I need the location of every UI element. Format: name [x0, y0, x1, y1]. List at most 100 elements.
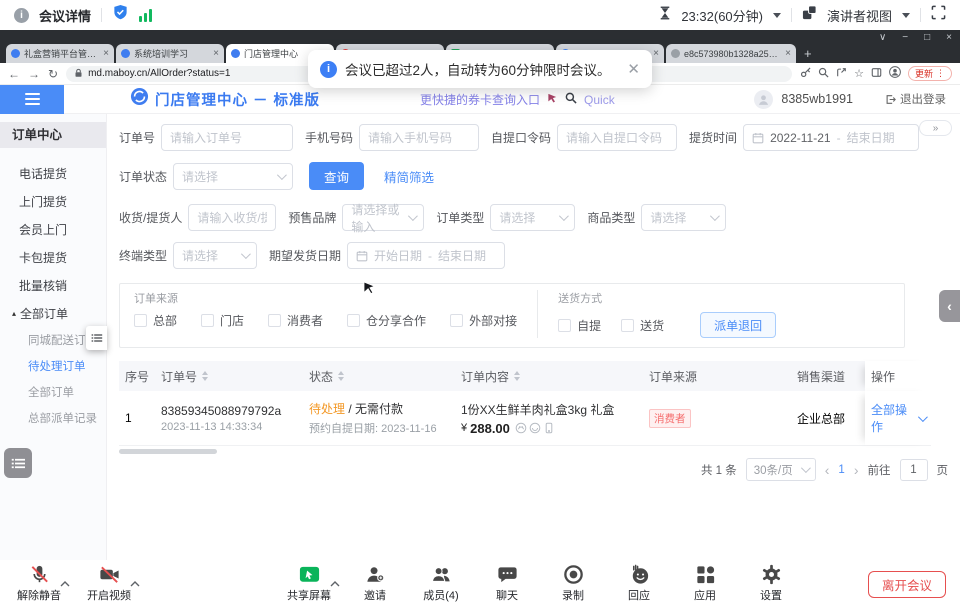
chrome-update-button[interactable]: 更新 ⋮	[908, 66, 952, 81]
fullscreen-icon[interactable]	[931, 5, 946, 25]
view-mode-label: 演讲者视图	[827, 6, 892, 25]
header-order-no[interactable]: 订单号	[155, 368, 303, 385]
prev-page-icon[interactable]: ‹	[825, 462, 830, 478]
sidebar-item-batch-verify[interactable]: 批量核销	[0, 272, 106, 300]
order-status-select[interactable]: 请选择	[173, 163, 293, 190]
record-button[interactable]: 录制	[546, 563, 600, 603]
back-icon[interactable]: ←	[8, 67, 20, 81]
bookmark-star-icon[interactable]: ☆	[854, 67, 864, 80]
horizontal-scrollbar[interactable]	[119, 449, 217, 454]
checkbox-store[interactable]: 门店	[201, 312, 244, 329]
date-separator: -	[428, 249, 432, 263]
meeting-info-icon[interactable]: i	[14, 8, 29, 23]
terminal-type-select[interactable]: 请选择	[173, 242, 257, 269]
key-icon[interactable]	[800, 65, 811, 83]
search-icon[interactable]	[565, 91, 577, 109]
members-button[interactable]: 成员(4)	[414, 563, 468, 603]
profile-icon[interactable]	[889, 65, 901, 83]
unmute-button[interactable]: 解除静音	[12, 563, 66, 603]
expect-ship-date-range[interactable]: 开始日期 - 结束日期	[347, 242, 505, 269]
order-no-input[interactable]	[161, 124, 293, 151]
sidebar-subitem-pending-orders[interactable]: 待处理订单	[0, 354, 106, 380]
ship-end-date: 结束日期	[438, 247, 486, 264]
sidebar-item-member-visit[interactable]: 会员上门	[0, 216, 106, 244]
browser-tab-7[interactable]: e8c573980b1328a258fd2e6... ×	[666, 44, 796, 63]
chevron-up-icon[interactable]	[60, 574, 70, 592]
react-button[interactable]: 回应	[612, 563, 666, 603]
invite-button[interactable]: 邀请	[348, 563, 402, 603]
checkbox-self-pickup[interactable]: 自提	[558, 317, 601, 334]
order-type-select[interactable]: 请选择	[490, 204, 575, 231]
browser-tab-1[interactable]: 礼盒营销平台管理中心 ×	[6, 44, 114, 63]
column-settings-handle[interactable]	[86, 326, 107, 350]
tab-close-icon[interactable]: ×	[103, 49, 109, 59]
search-button[interactable]: 查询	[309, 162, 364, 190]
browser-tab-2[interactable]: 系统培训学习 ×	[116, 44, 224, 63]
header-content[interactable]: 订单内容	[455, 368, 643, 385]
phone-input[interactable]	[359, 124, 479, 151]
quick-label[interactable]: Quick	[584, 93, 615, 107]
tab-close-icon[interactable]: ×	[653, 49, 659, 59]
window-maximize-icon[interactable]: □	[924, 32, 930, 43]
sort-icon[interactable]	[338, 371, 344, 381]
pickup-time-range[interactable]: 2022-11-21 - 结束日期	[743, 124, 919, 151]
menu-toggle-button[interactable]	[0, 85, 64, 114]
sidebar-item-card-pickup[interactable]: 卡包提货	[0, 244, 106, 272]
chevron-up-icon[interactable]	[330, 574, 340, 592]
share-screen-button[interactable]: 共享屏幕	[282, 563, 336, 603]
sidebar-subitem-all-orders[interactable]: 全部订单	[0, 380, 106, 406]
goods-type-select[interactable]: 请选择	[641, 204, 726, 231]
sort-icon[interactable]	[514, 371, 520, 381]
checkbox-consumer[interactable]: 消费者	[268, 312, 323, 329]
tab-close-icon[interactable]: ×	[785, 49, 791, 59]
cell-index: 1	[119, 411, 155, 425]
pickup-code-input[interactable]	[557, 124, 677, 151]
window-menu-icon[interactable]: ∨	[879, 32, 886, 43]
toast-close-icon[interactable]: ✕	[627, 60, 640, 78]
logout-button[interactable]: 退出登录	[885, 91, 946, 107]
settings-button[interactable]: 设置	[744, 563, 798, 603]
coupon-query-link[interactable]: 更快捷的券卡查询入口	[420, 91, 540, 108]
table-row: 1 83859345088979792a 2023-11-13 14:33:34…	[119, 391, 931, 446]
reload-icon[interactable]: ↻	[48, 67, 58, 81]
window-close-icon[interactable]: ×	[946, 32, 952, 43]
sidebar-item-phone-pickup[interactable]: 电话提货	[0, 160, 106, 188]
collapse-panel-tab[interactable]: ‹	[939, 290, 960, 322]
sidebar-item-door-pickup[interactable]: 上门提货	[0, 188, 106, 216]
presale-brand-select[interactable]: 请选择或输入	[342, 204, 424, 231]
zoom-icon[interactable]	[818, 65, 829, 83]
side-panel-icon[interactable]	[871, 65, 882, 83]
view-dropdown-icon[interactable]	[902, 13, 910, 18]
sidebar-subitem-hq-dispatch-log[interactable]: 总部派单记录	[0, 406, 106, 432]
chevron-up-icon[interactable]	[130, 574, 140, 592]
page-size-select[interactable]: 30条/页	[746, 458, 816, 481]
collapse-filters-button[interactable]: »	[919, 120, 952, 136]
tab-close-icon[interactable]: ×	[213, 49, 219, 59]
window-minimize-icon[interactable]: −	[902, 32, 908, 43]
checkbox-external[interactable]: 外部对接	[450, 312, 517, 329]
goto-page-input[interactable]	[900, 459, 928, 481]
network-signal-icon[interactable]	[139, 9, 152, 22]
simple-filter-link[interactable]: 精简筛选	[384, 167, 434, 186]
dispatch-return-button[interactable]: 派单退回	[700, 312, 776, 338]
header-status[interactable]: 状态	[303, 368, 455, 385]
forward-icon[interactable]: →	[28, 67, 40, 81]
next-page-icon[interactable]: ›	[854, 462, 859, 478]
checkbox-warehouse-share[interactable]: 仓分享合作	[347, 312, 426, 329]
share-icon[interactable]	[836, 65, 847, 83]
start-video-button[interactable]: 开启视频	[82, 563, 136, 603]
chat-button[interactable]: 聊天	[480, 563, 534, 603]
current-page[interactable]: 1	[838, 464, 844, 476]
checkbox-delivery[interactable]: 送货	[621, 317, 664, 334]
leave-meeting-button[interactable]: 离开会议	[868, 571, 946, 598]
checkbox-hq[interactable]: 总部	[134, 312, 177, 329]
new-tab-button[interactable]: +	[804, 44, 812, 63]
all-actions-dropdown[interactable]: 全部操作	[871, 401, 925, 435]
apps-button[interactable]: 应用	[678, 563, 732, 603]
floating-list-button[interactable]	[4, 448, 32, 478]
sidebar-item-all-orders[interactable]: ▴ 全部订单	[0, 300, 106, 328]
sort-icon[interactable]	[202, 371, 208, 381]
timer-dropdown-icon[interactable]	[773, 13, 781, 18]
receiver-input[interactable]	[188, 204, 276, 231]
shield-check-icon[interactable]	[112, 4, 129, 26]
